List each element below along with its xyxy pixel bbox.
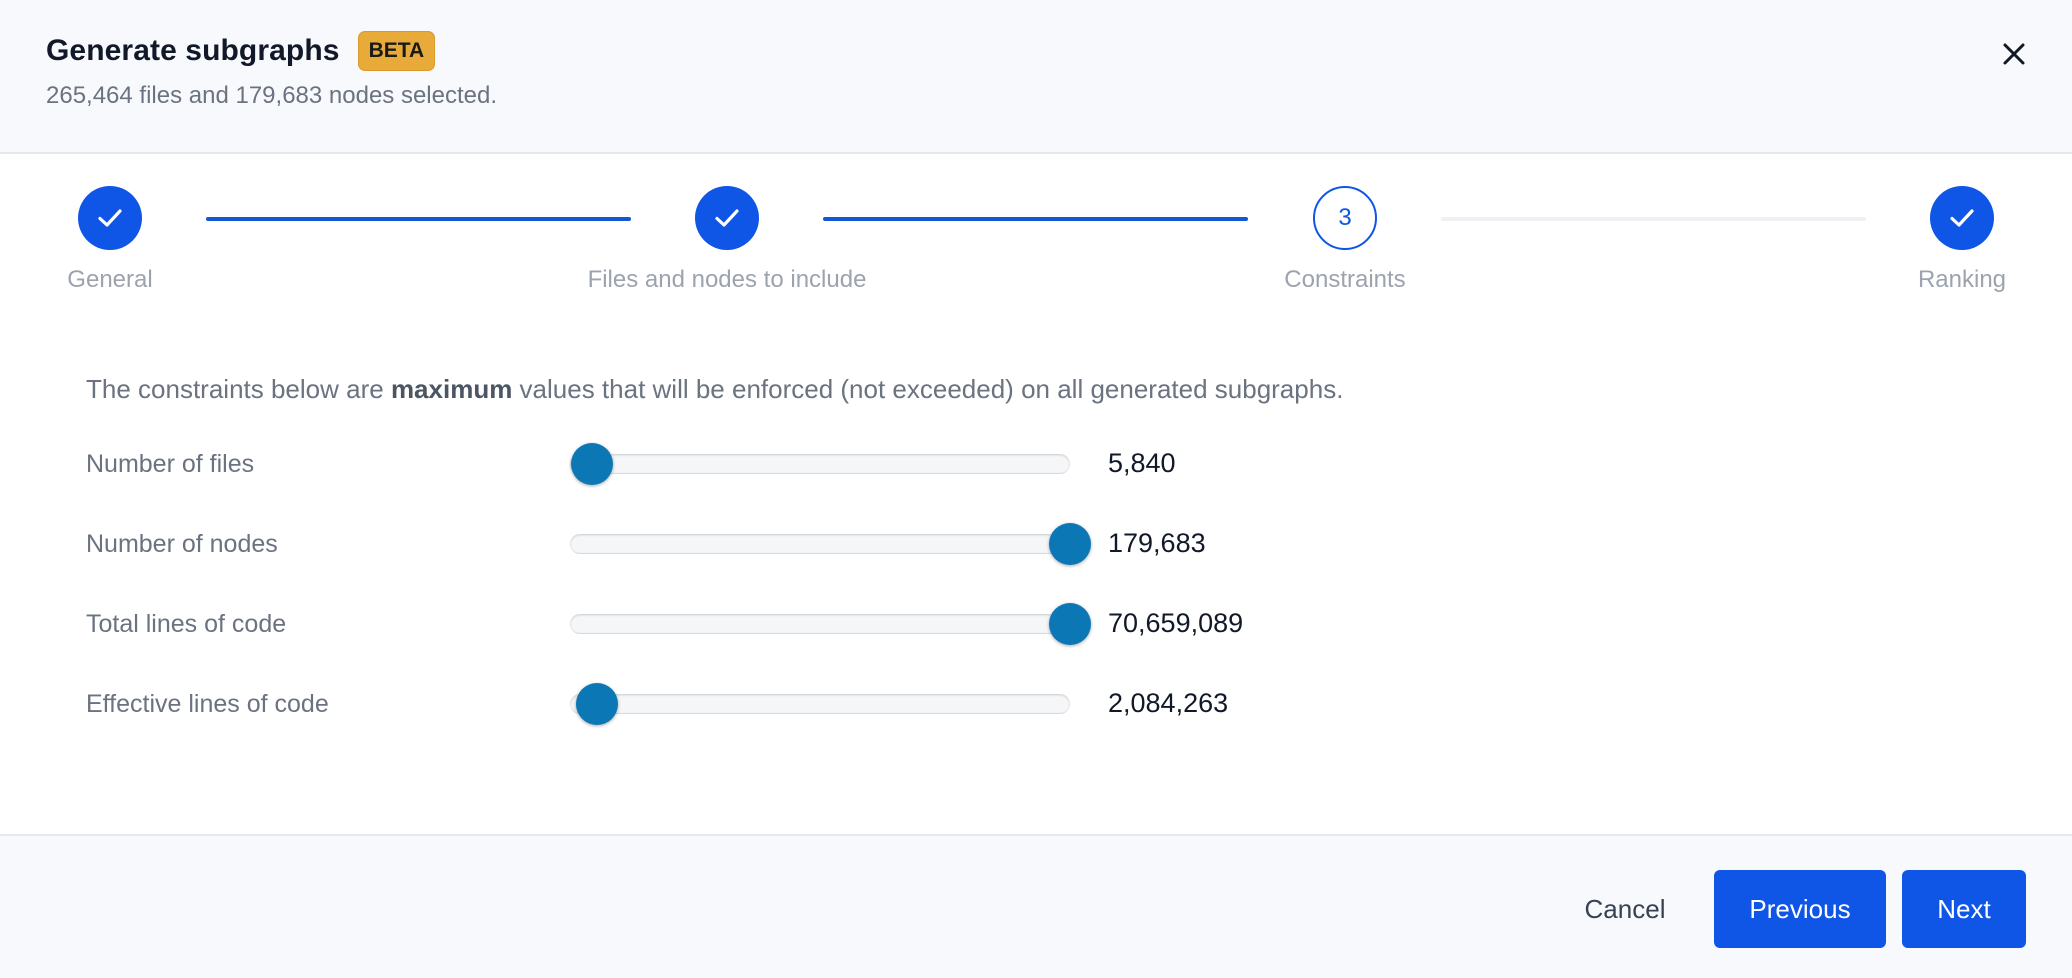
step-general[interactable]: General xyxy=(0,186,270,294)
step-circle xyxy=(78,186,142,250)
constraint-row-effective-loc: Effective lines of code 2,084,263 xyxy=(86,683,1286,726)
selection-summary: 265,464 files and 179,683 nodes selected… xyxy=(46,82,498,109)
constraint-value: 5,840 xyxy=(1108,448,1176,478)
generate-subgraphs-dialog: Generate subgraphs BETA 265,464 files an… xyxy=(0,0,2072,978)
slider-track[interactable] xyxy=(570,694,1070,714)
effective-loc-slider[interactable] xyxy=(570,683,1156,734)
step-circle-number: 3 xyxy=(1313,186,1377,250)
total-loc-slider[interactable] xyxy=(570,603,1156,654)
close-button[interactable] xyxy=(1994,34,2034,74)
constraint-row-total-loc: Total lines of code 70,659,089 xyxy=(86,603,1286,646)
nodes-slider[interactable] xyxy=(570,523,1156,574)
constraint-label: Number of files xyxy=(86,450,255,478)
slider-track[interactable] xyxy=(570,614,1070,634)
step-constraints[interactable]: 3 Constraints xyxy=(1185,186,1505,294)
step-ranking[interactable]: Ranking xyxy=(1802,186,2072,294)
dialog-footer: Cancel Previous Next xyxy=(0,834,2072,978)
slider-thumb[interactable] xyxy=(570,443,613,485)
dialog-header: Generate subgraphs BETA 265,464 files an… xyxy=(0,0,2072,154)
check-icon xyxy=(98,209,122,227)
slider-track[interactable] xyxy=(570,534,1070,554)
constraint-value: 179,683 xyxy=(1108,528,1206,558)
check-icon xyxy=(1950,209,1974,227)
slider-thumb[interactable] xyxy=(575,683,618,725)
step-circle xyxy=(695,186,759,250)
constraint-label: Total lines of code xyxy=(86,610,287,638)
wizard-stepper: General Files and nodes to include 3 Con… xyxy=(0,156,2072,316)
step-label: Constraints xyxy=(1284,266,1406,293)
slider-track[interactable] xyxy=(570,454,1070,474)
title-row: Generate subgraphs BETA xyxy=(46,30,436,72)
constraint-value: 2,084,263 xyxy=(1108,688,1229,718)
slider-thumb[interactable] xyxy=(1049,523,1091,565)
close-icon xyxy=(2003,43,2025,65)
constraint-row-nodes: Number of nodes 179,683 xyxy=(86,523,1286,566)
description-emphasis: maximum xyxy=(390,374,513,404)
next-button[interactable]: Next xyxy=(1902,870,2026,948)
constraint-value: 70,659,089 xyxy=(1108,608,1244,638)
step-label: Files and nodes to include xyxy=(587,266,867,293)
step-circle xyxy=(1930,186,1994,250)
description-prefix: The constraints below are xyxy=(86,374,391,404)
step-files-and-nodes[interactable]: Files and nodes to include xyxy=(567,186,887,294)
description-suffix: values that will be enforced (not exceed… xyxy=(512,374,1344,404)
constraint-label: Number of nodes xyxy=(86,530,278,558)
constraints-description: The constraints below are maximum values… xyxy=(86,374,1343,405)
previous-button[interactable]: Previous xyxy=(1714,870,1886,948)
beta-badge: BETA xyxy=(357,31,436,71)
slider-thumb[interactable] xyxy=(1049,603,1091,645)
constraint-row-files: Number of files 5,840 xyxy=(86,443,1286,486)
files-slider[interactable] xyxy=(570,443,1156,494)
dialog-title: Generate subgraphs xyxy=(46,34,340,67)
cancel-button[interactable]: Cancel xyxy=(1558,870,1692,948)
step-label: Ranking xyxy=(1917,266,2007,293)
constraint-label: Effective lines of code xyxy=(86,690,329,718)
step-label: General xyxy=(67,266,153,293)
check-icon xyxy=(715,209,739,227)
